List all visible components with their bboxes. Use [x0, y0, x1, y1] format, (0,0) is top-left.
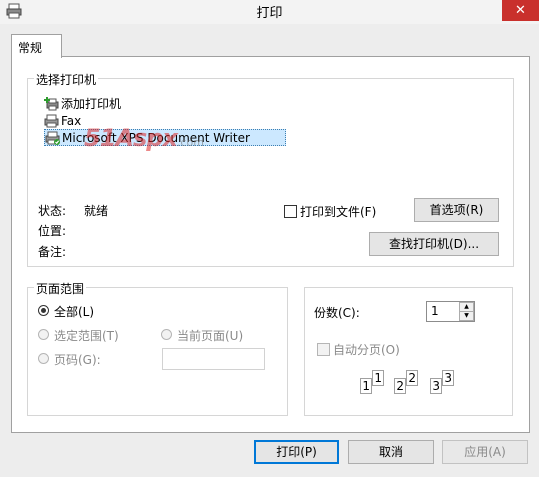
pages-label: 页码(G):	[54, 353, 101, 367]
status-label: 状态:	[38, 204, 67, 218]
tab-label: 常规	[18, 41, 43, 55]
status-value: 就绪	[84, 204, 109, 218]
printer-icon	[45, 131, 60, 145]
watermark-suffix: .com	[176, 136, 204, 149]
add-printer-icon	[44, 97, 59, 111]
collate-illustration: 1 1 2 2 3 3	[360, 370, 460, 402]
page-icon: 2	[406, 370, 418, 386]
print-button[interactable]: 打印(P)	[254, 440, 339, 464]
tab-general[interactable]: 常规	[11, 34, 62, 58]
copies-down-button[interactable]: ▼	[459, 311, 474, 321]
page-icon: 3	[430, 378, 442, 394]
preferences-button[interactable]: 首选项(R)	[414, 198, 499, 222]
page-icon: 1	[360, 378, 372, 394]
selection-label: 选定范围(T)	[54, 329, 119, 343]
page-range-legend: 页面范围	[34, 280, 87, 297]
collate-label: 自动分页(O)	[333, 343, 400, 357]
pages-input[interactable]	[162, 348, 265, 370]
comment-label: 备注:	[38, 245, 67, 259]
copies-value: 1	[431, 304, 439, 318]
copies-stepper[interactable]: 1 ▲ ▼	[426, 301, 475, 322]
print-to-file-label[interactable]: 打印到文件(F)	[300, 203, 376, 220]
cancel-button[interactable]: 取消	[348, 440, 434, 464]
location-label: 位置:	[38, 224, 67, 238]
all-pages-radio[interactable]	[38, 305, 49, 316]
select-printer-legend: 选择打印机	[34, 71, 99, 88]
pages-radio[interactable]	[38, 353, 49, 364]
find-printer-button[interactable]: 查找打印机(D)...	[369, 232, 499, 256]
print-to-file-checkbox[interactable]	[284, 205, 297, 218]
current-page-label: 当前页面(U)	[177, 329, 244, 343]
page-icon: 3	[442, 370, 454, 386]
fax-printer-icon	[44, 114, 59, 128]
watermark-logo: 51Aspx.com	[84, 124, 204, 152]
printer-item-label: 添加打印机	[61, 97, 122, 111]
current-page-radio[interactable]	[161, 329, 172, 340]
watermark-text: 51Aspx	[84, 124, 178, 152]
all-pages-label[interactable]: 全部(L)	[54, 303, 94, 320]
close-button[interactable]: ✕	[502, 0, 539, 21]
collate-checkbox[interactable]	[317, 343, 330, 356]
printer-item-add[interactable]: 添加打印机	[44, 96, 164, 112]
printer-item-label: Fax	[61, 114, 82, 128]
apply-button[interactable]: 应用(A)	[442, 440, 528, 464]
selection-radio[interactable]	[38, 329, 49, 340]
page-icon: 2	[394, 378, 406, 394]
page-icon: 1	[372, 370, 384, 386]
copies-label: 份数(C):	[314, 306, 360, 320]
window-title: 打印	[256, 6, 283, 21]
